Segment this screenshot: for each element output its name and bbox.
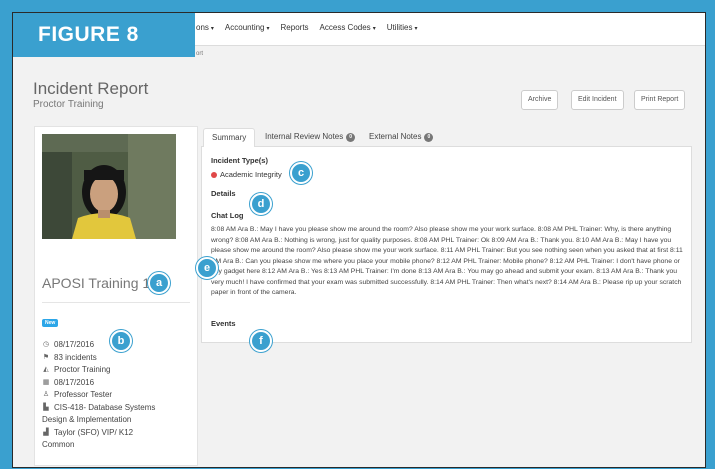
building-icon: ▟ — [43, 428, 49, 436]
nav-item-utilities[interactable]: Utilities ▾ — [387, 23, 418, 32]
page-title: Incident Report — [33, 79, 149, 98]
summary-tab-content: Incident Type(s) Academic Integrity Deta… — [201, 147, 692, 343]
details-heading: Details — [211, 189, 236, 198]
incident-detail-panel: Summary Internal Review Notes 0 External … — [201, 125, 692, 343]
clock-icon: ◷ — [42, 341, 50, 348]
profile-institution-row: ▟ Taylor (SFO) VIP/ K12 — [42, 427, 194, 440]
calendar-icon: ▦ — [42, 378, 50, 386]
profile-exam-row: ◭ Proctor Training — [42, 364, 194, 377]
profile-exam-date-row: ▦ 08/17/2016 — [42, 377, 194, 390]
profile-photo — [42, 134, 176, 239]
callout-b: b — [110, 330, 132, 352]
tab-external-notes[interactable]: External Notes 0 — [361, 128, 441, 148]
profile-course-row: ▙ CIS-418- Database Systems — [42, 402, 194, 415]
app-window: ons ▾ Accounting ▾ Reports Access Codes ▾ U… — [12, 12, 706, 468]
figure-label: FIGURE 8 — [13, 13, 195, 57]
graduation-cap-icon: ◭ — [43, 366, 49, 373]
person-icon: ♙ — [42, 391, 50, 398]
file-icon: ▙ — [43, 403, 49, 411]
nav-item-accounting[interactable]: Accounting ▾ — [225, 23, 270, 32]
profile-instructor-row: ♙ Professor Tester — [42, 389, 194, 402]
nav-item-access-codes[interactable]: Access Codes ▾ — [320, 23, 376, 32]
nav-menu: ons ▾ Accounting ▾ Reports Access Codes ▾ U… — [196, 23, 418, 32]
page-subtitle: Proctor Training — [33, 99, 104, 110]
profile-institution-cont: Common — [42, 440, 75, 449]
tab-bar: Summary Internal Review Notes 0 External … — [201, 125, 692, 148]
chat-log-heading: Chat Log — [211, 211, 244, 220]
divider — [42, 302, 190, 303]
tab-internal-review-notes[interactable]: Internal Review Notes 0 — [257, 128, 363, 148]
profile-info: ◷ 08/17/2016 ⚑ 83 incidents ◭ Proctor Train… — [42, 339, 194, 452]
profile-photo-image — [42, 134, 176, 239]
incident-type: Academic Integrity — [211, 170, 282, 179]
events-heading: Events — [211, 319, 236, 328]
caret-down-icon: ▾ — [266, 26, 270, 32]
nav-item-reports[interactable]: Reports — [281, 23, 309, 32]
callout-e: e — [196, 257, 218, 279]
caret-down-icon: ▾ — [414, 26, 418, 32]
callout-a: a — [148, 272, 170, 294]
callout-d: d — [250, 193, 272, 215]
caret-down-icon: ▾ — [210, 26, 214, 32]
profile-incidents-row: ⚑ 83 incidents — [42, 352, 194, 365]
incident-types-heading: Incident Type(s) — [211, 156, 268, 165]
new-badge: New — [42, 319, 59, 327]
tab-summary[interactable]: Summary — [203, 128, 256, 148]
print-report-button[interactable]: Print Report — [634, 90, 686, 110]
archive-button[interactable]: Archive — [521, 90, 559, 110]
red-dot-icon — [211, 171, 217, 178]
nav-item-options[interactable]: ons ▾ — [196, 23, 214, 32]
callout-f: f — [250, 330, 272, 352]
caret-down-icon: ▾ — [372, 26, 376, 32]
profile-name: APOSI Training 1 — [42, 275, 151, 291]
chat-log-text: 8:08 AM Ara B.: May I have you please sh… — [211, 226, 683, 296]
breadcrumb[interactable]: ort — [196, 51, 203, 57]
profile-course-cont: Design & Implementation — [42, 415, 132, 424]
internal-notes-count-badge: 0 — [346, 133, 356, 142]
profile-card: APOSI Training 1 New ◷ 08/17/2016 ⚑ 83 inc… — [34, 126, 198, 466]
flag-icon: ⚑ — [42, 353, 50, 361]
callout-c: c — [290, 162, 312, 184]
edit-incident-button[interactable]: Edit Incident — [571, 90, 624, 110]
external-notes-count-badge: 0 — [424, 133, 434, 142]
